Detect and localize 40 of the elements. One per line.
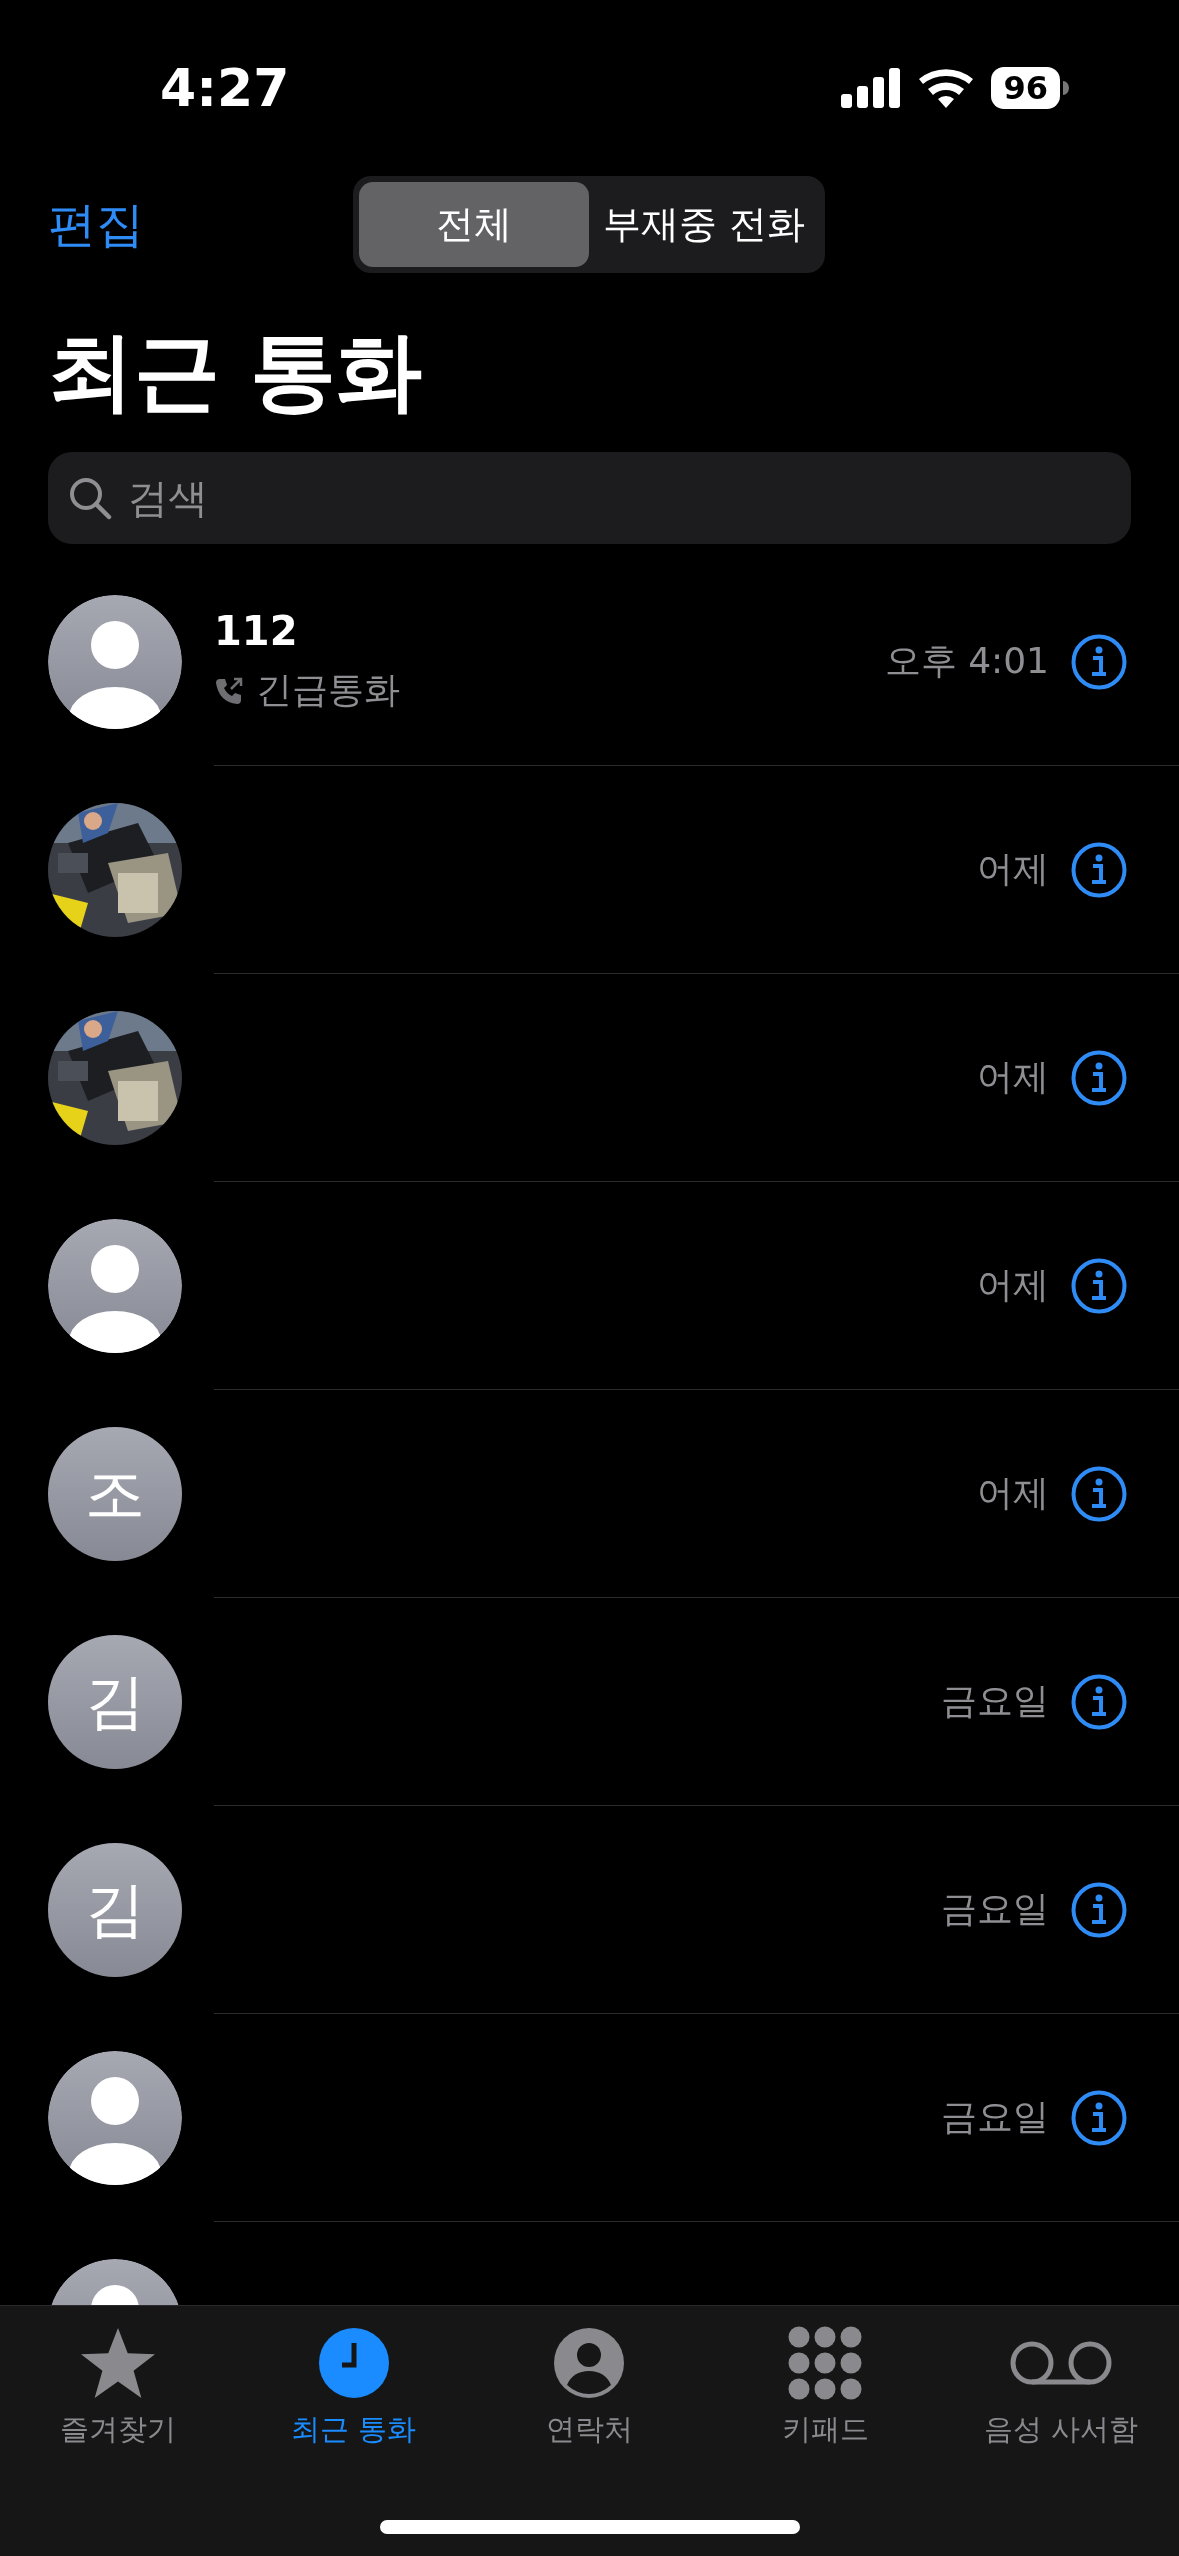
- clock-icon: [317, 2326, 390, 2400]
- tab-bar-item[interactable]: 연락처: [471, 2326, 708, 2450]
- info-icon[interactable]: [1071, 1673, 1127, 1730]
- signal-icon: [841, 68, 902, 108]
- info-icon[interactable]: [1071, 1257, 1127, 1314]
- info-icon[interactable]: [1071, 633, 1127, 690]
- info-icon[interactable]: [1071, 2089, 1127, 2146]
- call-time: 오후 4:01: [884, 639, 1049, 683]
- segment-tab[interactable]: 부재중 전화: [589, 182, 819, 267]
- avatar-initial: 조: [48, 1427, 182, 1561]
- segment-tab[interactable]: 전체: [359, 182, 589, 267]
- call-time: 어제: [977, 1055, 1049, 1099]
- call-time: 어제: [977, 847, 1049, 891]
- info-icon[interactable]: [1071, 1881, 1127, 1938]
- call-time: 금요일: [941, 2095, 1049, 2139]
- caller-name: 112: [214, 608, 299, 654]
- wifi-icon: [919, 68, 974, 108]
- call-time: 금요일: [941, 1887, 1049, 1931]
- call-time: 어제: [977, 1263, 1049, 1307]
- outgoing-call-icon: [214, 675, 244, 706]
- edit-button[interactable]: 편집: [48, 193, 144, 257]
- status-time: 4:27: [160, 58, 290, 118]
- search-field[interactable]: 검색: [48, 452, 1131, 544]
- avatar-initial: 김: [48, 1635, 182, 1769]
- page-title: 최근 통화: [48, 320, 423, 423]
- info-icon[interactable]: [1071, 1049, 1127, 1106]
- info-icon[interactable]: [1071, 1465, 1127, 1522]
- call-time: 어제: [977, 1471, 1049, 1515]
- call-type: 긴급통화: [256, 668, 400, 712]
- tab-bar-item[interactable]: 음성 사서함: [943, 2326, 1179, 2450]
- battery-level: 96: [991, 67, 1060, 109]
- contact-icon: [553, 2326, 626, 2400]
- keypad-icon: [788, 2326, 863, 2400]
- battery-cap-icon: [1063, 81, 1069, 95]
- call-time: 금요일: [941, 1679, 1049, 1723]
- tab-bar-item[interactable]: 키패드: [707, 2326, 944, 2450]
- avatar-initial: 김: [48, 1843, 182, 1977]
- tab-bar-item[interactable]: 최근 통화: [235, 2326, 472, 2450]
- tab-bar-item[interactable]: 즐겨찾기: [0, 2326, 236, 2450]
- info-icon[interactable]: [1071, 841, 1127, 898]
